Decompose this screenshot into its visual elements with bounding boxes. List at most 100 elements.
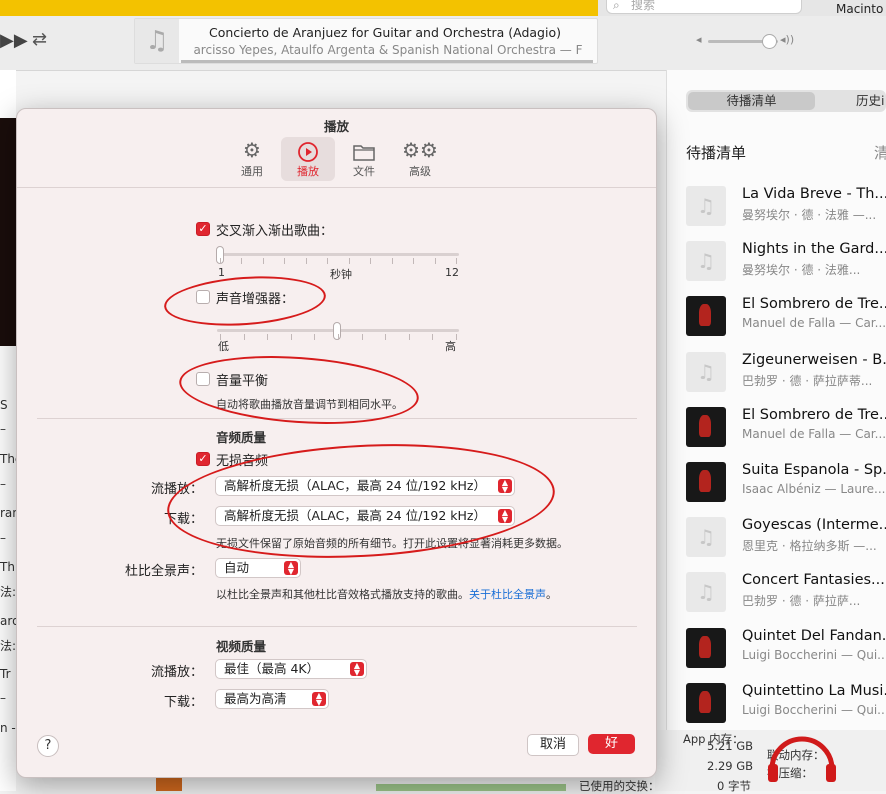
chevron-updown-icon: ▲ ▼ bbox=[350, 662, 364, 677]
tab-label: 播放 bbox=[297, 165, 319, 178]
now-playing-artist: arcisso Yepes, Ataulfo Argenta & Spanish… bbox=[193, 43, 583, 57]
help-button[interactable]: ? bbox=[37, 735, 59, 757]
queue-item-title: La Vida Breve - Th... bbox=[742, 186, 886, 202]
queue-item-subtitle: Isaac Albéniz — Laure... bbox=[742, 482, 886, 496]
tab-files[interactable]: 文件 bbox=[337, 137, 391, 181]
gear-icon: ⚙ bbox=[243, 138, 261, 162]
queue-item[interactable]: Quintet Del Fandan... Luigi Boccherini — … bbox=[686, 627, 886, 676]
slider-tick bbox=[220, 334, 221, 340]
tab-advanced[interactable]: ⚙⚙ 高级 bbox=[393, 137, 447, 181]
album-art bbox=[686, 296, 726, 337]
crossfade-checkbox[interactable]: ✓ bbox=[196, 222, 210, 236]
sound-enhancer-high: 高 bbox=[445, 340, 456, 353]
queue-item[interactable]: Suita Espanola - Sp... Isaac Albéniz — La… bbox=[686, 462, 886, 510]
repeat-icon[interactable]: ⇄ bbox=[32, 29, 47, 50]
divider bbox=[17, 187, 656, 188]
library-row-fragment: 法: bbox=[0, 639, 16, 653]
annotation-circle bbox=[162, 271, 328, 331]
queue-item[interactable]: El Sombrero de Tre... Manuel de Falla — C… bbox=[686, 296, 886, 344]
computer-name: Macinto bbox=[836, 2, 884, 16]
queue-item-subtitle: 巴勃罗 · 德 · 萨拉萨蒂... bbox=[742, 373, 873, 388]
library-row-fragment: – bbox=[0, 422, 6, 436]
slider-tick bbox=[432, 334, 434, 340]
tab-general[interactable]: ⚙ 通用 bbox=[225, 137, 279, 181]
slider-tick bbox=[262, 258, 264, 264]
video-download-select[interactable]: 最高为高清 ▲ ▼ bbox=[215, 689, 329, 709]
audio-quality-heading: 音频质量 bbox=[216, 430, 267, 445]
dolby-note-text: 以杜比全景声和其他杜比音效格式播放支持的歌曲。 bbox=[216, 588, 469, 601]
dolby-link[interactable]: 关于杜比全景声 bbox=[469, 588, 546, 601]
period: 。 bbox=[546, 588, 557, 601]
dolby-value: 自动 bbox=[224, 560, 250, 575]
fast-forward-icon[interactable]: ▶▶ bbox=[0, 30, 28, 51]
sound-enhancer-knob[interactable] bbox=[333, 322, 341, 340]
music-note-icon: ♫ bbox=[686, 351, 726, 392]
queue-item-title: Nights in the Gard... bbox=[742, 241, 886, 258]
library-row-fragment: – bbox=[0, 477, 6, 491]
queue-item-subtitle: Manuel de Falla — Car... bbox=[742, 426, 886, 441]
preferences-dialog: 播放 ⚙ 通用 播放 文件 ⚙⚙ 高级 ✓ 交叉渐入渐出歌曲： 1 秒钟 12 … bbox=[16, 108, 657, 778]
clear-button[interactable]: 清 bbox=[874, 142, 886, 163]
queue-item[interactable]: ♫ Nights in the Gard... 曼努埃尔 · 德 · 法雅... bbox=[686, 241, 886, 289]
library-row-fragment: The bbox=[0, 452, 16, 466]
video-streaming-label: 流播放： bbox=[150, 665, 203, 680]
slider-tick bbox=[267, 334, 269, 340]
memory-bar bbox=[376, 784, 566, 791]
volume-low-icon: ◂ bbox=[696, 33, 702, 46]
watermark-logo bbox=[768, 736, 836, 782]
slider-tick bbox=[370, 258, 372, 264]
library-row-fragment: ran bbox=[0, 506, 16, 520]
queue-item[interactable]: ♫ Zigeunerweisen - B... 巴勃罗 · 德 · 萨拉萨蒂... bbox=[686, 351, 886, 400]
queue-item-subtitle: 恩里克 · 格拉纳多斯 —... bbox=[742, 539, 877, 554]
tab-label: 文件 bbox=[353, 165, 375, 178]
folder-icon bbox=[337, 137, 391, 163]
library-row-fragment: Th bbox=[0, 560, 15, 574]
cancel-button[interactable]: 取消 bbox=[527, 734, 579, 756]
queue-item[interactable]: ♫ La Vida Breve - Th... 曼努埃尔 · 德 · 法雅 —... bbox=[686, 186, 886, 234]
library-row-fragment: n - bbox=[0, 721, 16, 735]
dolby-label: 杜比全景声： bbox=[124, 564, 203, 579]
progress-bar[interactable] bbox=[181, 60, 593, 63]
video-streaming-value: 最佳（最高 4K） bbox=[224, 661, 320, 676]
queue-item[interactable]: El Sombrero de Tre... Manuel de Falla — C… bbox=[686, 406, 886, 455]
queue-item-title: Quintet Del Fandan... bbox=[742, 627, 886, 644]
library-row-fragment: – bbox=[0, 531, 6, 545]
now-playing[interactable]: ♫ Concierto de Aranjuez for Guitar and O… bbox=[134, 18, 598, 64]
album-art bbox=[686, 406, 726, 447]
queue-item-title: Concert Fantasies... bbox=[742, 572, 885, 589]
play-circle-icon bbox=[281, 137, 335, 163]
ok-button[interactable]: 好 bbox=[588, 734, 635, 754]
crossfade-slider[interactable] bbox=[217, 253, 459, 256]
queue-item-title: Zigeunerweisen - B... bbox=[742, 351, 886, 368]
slider-tick bbox=[408, 334, 410, 340]
volume-knob[interactable] bbox=[762, 34, 777, 49]
slider-tick bbox=[241, 258, 243, 264]
dolby-note: 以杜比全景声和其他杜比音效格式播放支持的歌曲。关于杜比全景声。 bbox=[216, 586, 557, 602]
queue-item[interactable]: ♫ Concert Fantasies... 巴勃罗 · 德 · 萨拉萨... bbox=[686, 572, 886, 620]
queue-item[interactable]: ♫ Goyescas (Interme... 恩里克 · 格拉纳多斯 —... bbox=[686, 517, 886, 565]
tab-history[interactable]: 历史i bbox=[856, 92, 884, 110]
up-next-heading: 待播清单 bbox=[686, 144, 747, 162]
album-art bbox=[0, 118, 16, 346]
dolby-select[interactable]: 自动 ▲ ▼ bbox=[215, 558, 301, 578]
crossfade-max: 12 bbox=[445, 266, 459, 279]
music-note-icon: ♫ bbox=[686, 572, 726, 613]
sound-enhancer-low: 低 bbox=[218, 340, 229, 353]
library-row-fragment: S bbox=[0, 398, 8, 412]
search-icon: ⌕ bbox=[613, 0, 620, 12]
video-streaming-select[interactable]: 最佳（最高 4K） ▲ ▼ bbox=[215, 659, 367, 679]
music-note-icon: ♫ bbox=[135, 19, 179, 63]
search-input[interactable]: ⌕ 搜索 bbox=[606, 0, 802, 14]
album-art bbox=[686, 627, 726, 668]
library-row-fragment: – bbox=[0, 691, 6, 705]
slider-tick bbox=[348, 258, 350, 264]
tab-label: 高级 bbox=[409, 165, 431, 178]
queue-item-title: Goyescas (Interme... bbox=[742, 517, 886, 534]
queue-item-subtitle: Luigi Boccherini — Qui... bbox=[742, 702, 886, 717]
slider-tick bbox=[305, 258, 307, 264]
tab-up-next[interactable]: 待播清单 bbox=[688, 92, 815, 110]
album-art bbox=[686, 682, 726, 723]
lossless-checkbox[interactable]: ✓ bbox=[196, 452, 210, 466]
library-row-fragment: Tr bbox=[0, 667, 11, 681]
tab-playback[interactable]: 播放 bbox=[281, 137, 335, 181]
